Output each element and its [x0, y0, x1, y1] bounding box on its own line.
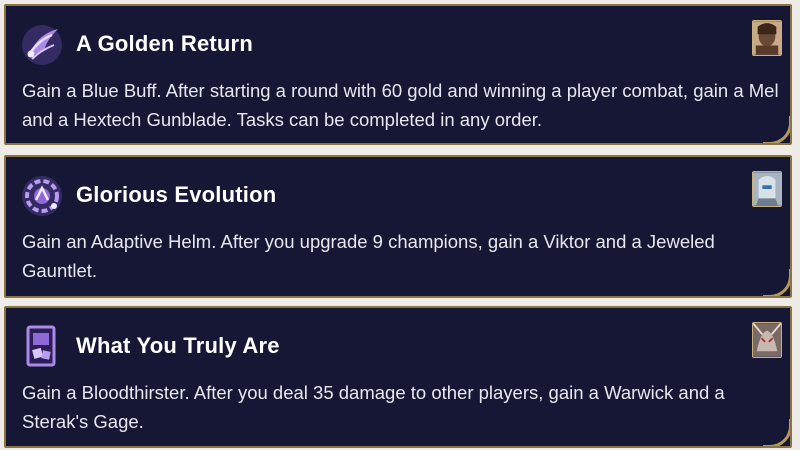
wings-gold-icon	[22, 25, 62, 65]
augment-description: Gain a Bloodthirster. After you deal 35 …	[22, 382, 725, 432]
augment-title: A Golden Return	[76, 31, 253, 56]
champion-portrait-viktor	[752, 171, 782, 207]
augment-description: Gain an Adaptive Helm. After you upgrade…	[22, 231, 715, 281]
augment-card-what-you-truly-are[interactable]: What You Truly Are Gain a Bloodthirster.…	[4, 306, 792, 448]
card-hand-icon	[26, 325, 56, 367]
augment-title: What You Truly Are	[76, 333, 280, 358]
augment-description: Gain a Blue Buff. After starting a round…	[22, 80, 779, 130]
augment-title: Glorious Evolution	[76, 182, 277, 207]
evolution-gear-icon	[22, 176, 62, 216]
champion-portrait-warwick	[752, 322, 782, 358]
champion-portrait-mel	[752, 20, 782, 56]
augment-card-glorious-evolution[interactable]: Glorious Evolution Gain an Adaptive Helm…	[4, 155, 792, 298]
augment-card-a-golden-return[interactable]: A Golden Return Gain a Blue Buff. After …	[4, 4, 792, 145]
augment-list: A Golden Return Gain a Blue Buff. After …	[0, 0, 800, 450]
